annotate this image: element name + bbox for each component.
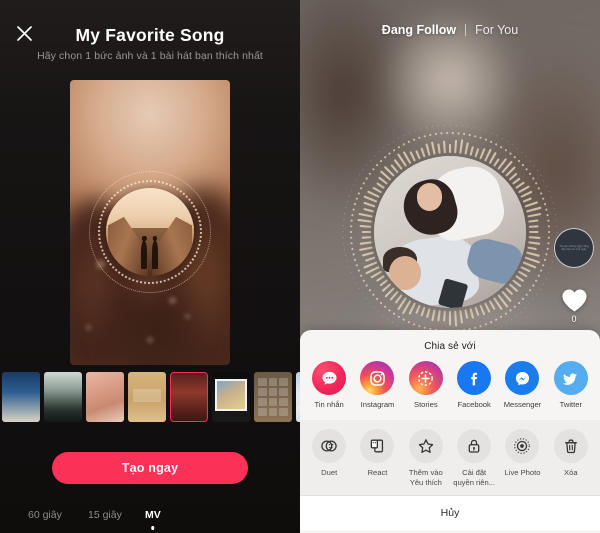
bokeh-dot bbox=[169, 296, 177, 304]
photo-thumbnail-strip[interactable] bbox=[0, 372, 300, 422]
page-title: My Favorite Song bbox=[75, 25, 225, 45]
feed-tabs[interactable]: Đang Follow For You bbox=[300, 20, 600, 40]
share-sheet: Chia sẻ với Tin nhắn Instagram Stories F… bbox=[300, 330, 600, 533]
twitter-bird-icon bbox=[553, 361, 588, 395]
action-duet[interactable]: Duet bbox=[305, 429, 353, 487]
tab-divider bbox=[465, 24, 467, 36]
share-instagram[interactable]: Instagram bbox=[353, 361, 401, 409]
live-photo-icon bbox=[505, 429, 540, 464]
bokeh-dot bbox=[146, 336, 153, 343]
share-sheet-title: Chia sẻ với bbox=[424, 341, 476, 352]
photo-figure bbox=[141, 236, 148, 269]
heart-icon bbox=[562, 289, 586, 312]
action-react[interactable]: React bbox=[353, 429, 401, 487]
thumb-6[interactable] bbox=[254, 372, 292, 422]
share-label: Twitter bbox=[559, 400, 582, 409]
instagram-icon bbox=[360, 361, 395, 395]
mode-tab-60s[interactable]: 60 giây bbox=[24, 509, 66, 521]
tab-following[interactable]: Đang Follow bbox=[382, 23, 456, 37]
react-icon bbox=[360, 429, 395, 464]
preview-photo bbox=[106, 188, 194, 276]
instagram-stories-icon bbox=[408, 361, 443, 395]
share-label: Tin nhắn bbox=[314, 400, 344, 409]
avatar[interactable]: Tôi yêu những ngày nắng đẹp bên em mỗi n… bbox=[554, 228, 594, 268]
action-label: Cài đặt quyền riên... bbox=[453, 468, 496, 487]
share-tin-nhan[interactable]: Tin nhắn bbox=[305, 361, 353, 409]
share-label: Instagram bbox=[360, 400, 395, 409]
share-stories[interactable]: Stories bbox=[402, 361, 450, 409]
photo-man-face bbox=[389, 256, 422, 290]
photo-figure bbox=[151, 236, 158, 269]
action-label: React bbox=[367, 468, 388, 478]
thumb-4-selected[interactable] bbox=[170, 372, 208, 422]
active-mode-indicator bbox=[151, 526, 155, 530]
feed-photo bbox=[374, 156, 526, 308]
mv-preview[interactable] bbox=[70, 80, 230, 365]
messenger-icon bbox=[505, 361, 540, 395]
thumb-3[interactable] bbox=[128, 372, 166, 422]
mode-tab-mv-label: MV bbox=[145, 509, 161, 521]
lock-icon bbox=[457, 429, 492, 464]
thumb-0[interactable] bbox=[2, 372, 40, 422]
trash-icon bbox=[553, 429, 588, 464]
share-facebook[interactable]: Facebook bbox=[450, 361, 498, 409]
mv-creator-panel: My Favorite Song Hãy chọn 1 bức ảnh và 1… bbox=[0, 0, 300, 533]
share-label: Messenger bbox=[503, 400, 542, 409]
mode-tabs[interactable]: 60 giây 15 giây MV bbox=[0, 505, 300, 533]
feed-panel: Đang Follow For You Tôi yêu những ngày n… bbox=[300, 0, 600, 533]
bokeh-dot bbox=[185, 313, 191, 319]
action-live-photo[interactable]: Live Photo bbox=[498, 429, 546, 487]
action-label: Duet bbox=[321, 468, 338, 478]
thumb-1[interactable] bbox=[44, 372, 82, 422]
mode-tab-mv[interactable]: MV bbox=[141, 509, 165, 530]
duet-icon bbox=[312, 429, 347, 464]
create-now-button[interactable]: Tạo ngay bbox=[52, 452, 248, 484]
share-label: Stories bbox=[414, 400, 438, 409]
share-label: Facebook bbox=[457, 400, 491, 409]
action-label: Live Photo bbox=[504, 468, 541, 478]
action-privacy-settings[interactable]: Cài đặt quyền riên... bbox=[450, 429, 498, 487]
tab-for-you[interactable]: For You bbox=[475, 23, 518, 37]
like-count: 0 bbox=[571, 314, 577, 324]
action-add-favorite[interactable]: Thêm vào Yêu thích bbox=[402, 429, 450, 487]
message-bubble-icon bbox=[312, 361, 347, 395]
photo-woman-face bbox=[416, 183, 443, 211]
thumb-5[interactable] bbox=[212, 372, 250, 422]
share-app-row: Tin nhắn Instagram Stories Facebook Mess… bbox=[300, 361, 600, 409]
avatar-text: Tôi yêu những ngày nắng đẹp bên em mỗi n… bbox=[559, 244, 589, 251]
star-icon bbox=[408, 429, 443, 464]
app-screen: My Favorite Song Hãy chọn 1 bức ảnh và 1… bbox=[0, 0, 600, 533]
share-messenger[interactable]: Messenger bbox=[498, 361, 546, 409]
page-subtitle: Hãy chọn 1 bức ảnh và 1 bài hát bạn thíc… bbox=[37, 50, 263, 62]
facebook-icon bbox=[457, 361, 492, 395]
thumb-2[interactable] bbox=[86, 372, 124, 422]
mode-tab-15s[interactable]: 15 giây bbox=[84, 509, 126, 521]
share-twitter[interactable]: Twitter bbox=[547, 361, 595, 409]
share-action-row: Duet React Thêm vào Yêu thích Cài đặt qu… bbox=[300, 420, 600, 496]
cancel-button[interactable]: Hủy bbox=[300, 496, 600, 531]
action-label: Xóa bbox=[564, 468, 578, 478]
action-label: Thêm vào Yêu thích bbox=[408, 468, 443, 487]
action-delete[interactable]: Xóa bbox=[547, 429, 595, 487]
like-button[interactable]: 0 bbox=[556, 288, 592, 324]
